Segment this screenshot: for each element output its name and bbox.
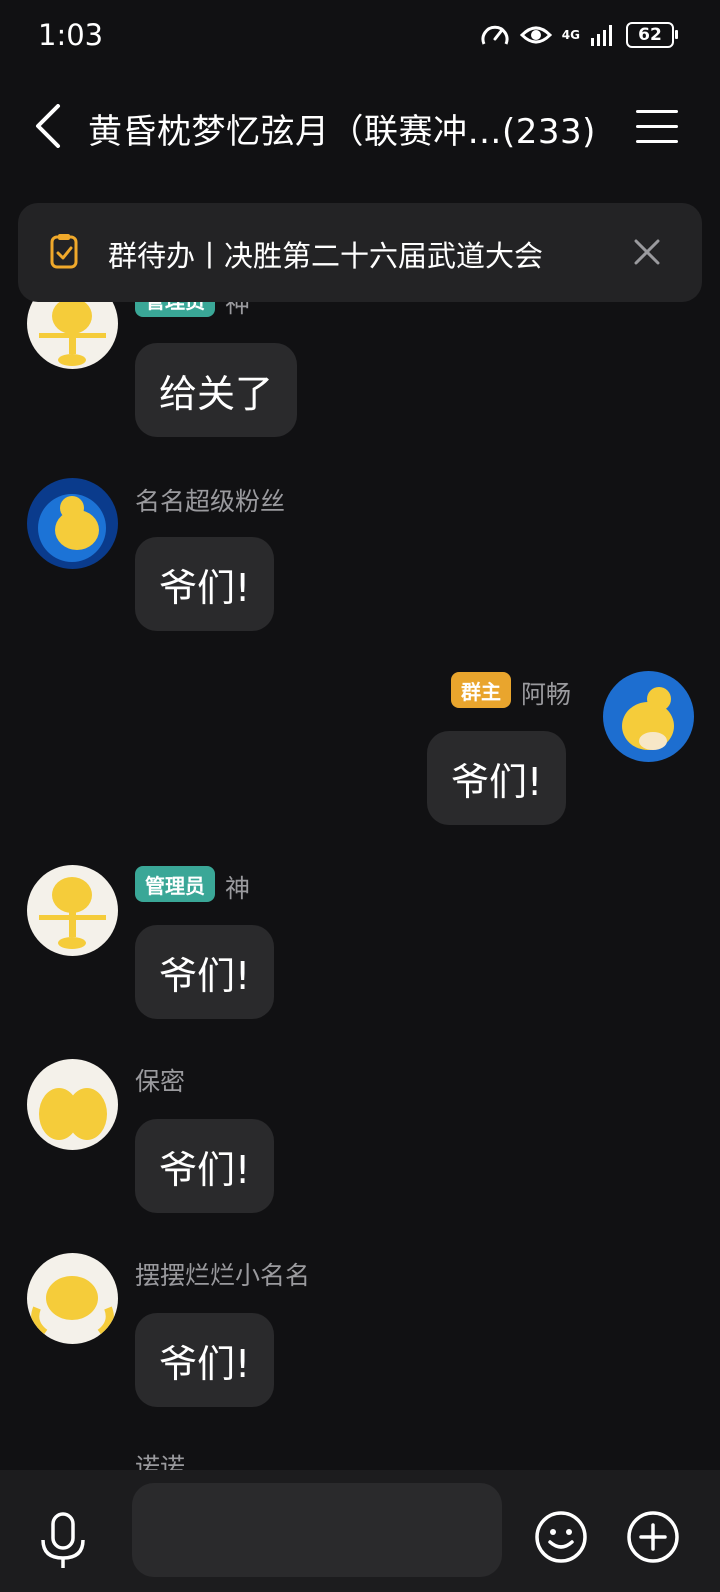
eye-icon bbox=[519, 26, 552, 44]
sender-name: 摆摆烂烂小名名 bbox=[135, 1261, 311, 1290]
status-icons: 4G 62 bbox=[480, 22, 678, 48]
sender-name: 保密 bbox=[135, 1067, 186, 1096]
message-bubble[interactable]: 爷们! bbox=[135, 537, 275, 631]
admin-badge: 管理员 bbox=[135, 866, 215, 902]
sender-name: 名名超级粉丝 bbox=[135, 487, 286, 516]
message-bubble[interactable]: 爷们! bbox=[135, 925, 275, 1019]
signal-icon bbox=[591, 25, 612, 46]
message-bubble[interactable]: 给关了 bbox=[135, 343, 298, 437]
plus-icon[interactable] bbox=[626, 1510, 680, 1564]
avatar[interactable] bbox=[27, 1253, 118, 1344]
sender-name: 神 bbox=[225, 874, 251, 903]
emoji-icon[interactable] bbox=[534, 1510, 588, 1564]
group-title: 黄昏枕梦忆弦月（联赛冲…(233) bbox=[88, 112, 596, 152]
message-bubble[interactable]: 爷们! bbox=[135, 1119, 275, 1213]
menu-icon[interactable] bbox=[636, 110, 678, 144]
speed-icon bbox=[481, 25, 509, 45]
message-input[interactable] bbox=[132, 1483, 502, 1577]
sender-name: 阿畅 bbox=[521, 680, 572, 709]
message-bubble[interactable]: 爷们! bbox=[135, 1313, 275, 1407]
back-icon[interactable] bbox=[30, 104, 70, 148]
group-todo-banner[interactable]: 群待办丨决胜第二十六届武道大会 bbox=[18, 203, 702, 302]
avatar[interactable] bbox=[27, 865, 118, 956]
battery-level: 62 bbox=[638, 25, 662, 45]
todo-check-icon bbox=[50, 234, 78, 269]
status-time: 1:03 bbox=[38, 18, 104, 52]
avatar[interactable] bbox=[603, 671, 694, 762]
owner-badge: 群主 bbox=[451, 672, 511, 708]
battery-indicator: 62 bbox=[626, 22, 678, 48]
close-icon[interactable] bbox=[632, 237, 662, 267]
network-type: 4G bbox=[561, 28, 580, 42]
avatar[interactable] bbox=[27, 1059, 118, 1150]
mic-icon[interactable] bbox=[38, 1512, 88, 1570]
avatar[interactable] bbox=[27, 478, 118, 569]
todo-text: 群待办丨决胜第二十六届武道大会 bbox=[108, 239, 544, 273]
message-bubble[interactable]: 爷们! bbox=[427, 731, 567, 825]
